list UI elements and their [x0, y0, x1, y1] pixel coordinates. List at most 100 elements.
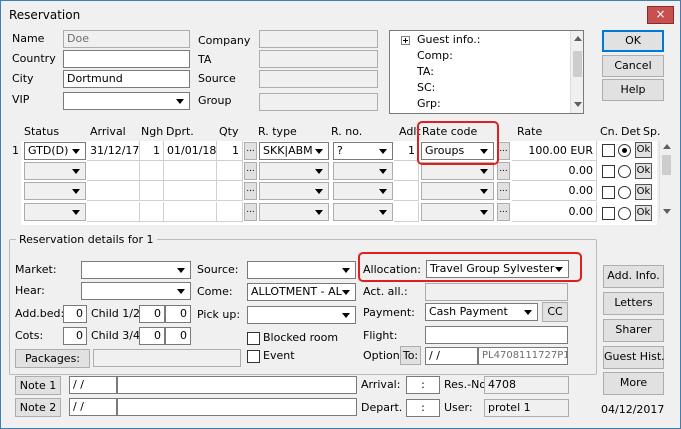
tree-item-comp[interactable]: Comp:: [417, 49, 453, 63]
rate-cell-row3[interactable]: 0.00: [512, 181, 597, 201]
rate-cell-row2[interactable]: 0.00: [512, 161, 597, 181]
qty-cell-row2[interactable]: [217, 161, 243, 181]
rtype-select-row1[interactable]: SKK|ABM: [259, 142, 329, 160]
pickup-select[interactable]: [247, 306, 356, 324]
note2-text-field[interactable]: [117, 398, 357, 416]
adlt-cell-row4[interactable]: [394, 202, 419, 222]
cn-checkbox-row2[interactable]: [602, 165, 615, 178]
rate-cell-row4[interactable]: 0.00: [512, 202, 597, 222]
arrival-time-field[interactable]: :: [406, 376, 440, 394]
status-select-row1[interactable]: GTD(D): [24, 142, 86, 160]
scroll-down-icon[interactable]: [574, 102, 582, 107]
grid-scroll-down-icon[interactable]: [663, 209, 671, 214]
scroll-up-icon[interactable]: [574, 36, 582, 41]
child12-field-b[interactable]: 0: [165, 305, 191, 323]
tree-item-grp[interactable]: Grp:: [417, 97, 441, 111]
adlt-cell-row1[interactable]: 1: [394, 141, 419, 161]
ngh-cell-row2[interactable]: [140, 161, 164, 181]
arrival-cell-row3[interactable]: [87, 181, 140, 201]
expand-plus-icon[interactable]: [401, 36, 410, 45]
rno-select-row2[interactable]: [333, 162, 393, 180]
arrival-cell-row1[interactable]: 31/12/17: [87, 141, 140, 161]
flight-field[interactable]: [425, 326, 568, 344]
ratecode-dots-button-row2[interactable]: ...: [497, 162, 510, 180]
ratecode-select-row4[interactable]: [421, 203, 494, 221]
note2-date-field[interactable]: / /: [69, 398, 117, 416]
qty-dots-button-row2[interactable]: ...: [244, 162, 257, 180]
rno-select-row1[interactable]: ?: [333, 142, 393, 160]
name-field[interactable]: Doe: [63, 30, 190, 48]
cc-button[interactable]: CC: [542, 302, 568, 322]
grid-scroll-up-icon[interactable]: [663, 144, 671, 149]
cancel-button[interactable]: Cancel: [602, 55, 664, 77]
ratecode-dots-button-row4[interactable]: ...: [497, 203, 510, 221]
more-button[interactable]: More: [603, 372, 664, 395]
cn-checkbox-row4[interactable]: [602, 207, 615, 220]
qty-cell-row4[interactable]: [217, 202, 243, 222]
source-field[interactable]: [259, 70, 378, 88]
option-code-field[interactable]: PL4708111727P1: [478, 347, 568, 365]
sp-ok-button-row3[interactable]: Ok: [635, 184, 652, 200]
sharer-button[interactable]: Sharer: [603, 319, 664, 342]
rtype-select-row2[interactable]: [259, 162, 329, 180]
guest-info-tree[interactable]: Guest info.: Comp: TA: SC: Grp:: [389, 30, 584, 114]
note1-date-field[interactable]: / /: [69, 376, 117, 394]
sp-ok-button-row4[interactable]: Ok: [635, 205, 652, 221]
note1-text-field[interactable]: [117, 376, 357, 394]
ta-field[interactable]: [259, 50, 378, 68]
rtype-select-row3[interactable]: [259, 182, 329, 200]
blocked-room-checkbox[interactable]: [247, 332, 260, 345]
rtype-select-row4[interactable]: [259, 203, 329, 221]
rno-select-row3[interactable]: [333, 182, 393, 200]
tree-scrollbar[interactable]: [570, 31, 583, 113]
rate-cell-row1[interactable]: 100.00 EUR: [512, 141, 597, 161]
come-select[interactable]: ALLOTMENT - AL: [247, 283, 356, 301]
tree-item-sc[interactable]: SC:: [417, 81, 435, 95]
note2-button[interactable]: Note 2: [15, 398, 61, 417]
add-info-button[interactable]: Add. Info.: [603, 265, 664, 288]
child12-field-a[interactable]: 0: [139, 305, 165, 323]
ok-button[interactable]: OK: [602, 30, 664, 52]
grid-scrollbar[interactable]: [659, 141, 672, 219]
dprt-cell-row2[interactable]: [164, 161, 217, 181]
company-field[interactable]: [259, 30, 378, 48]
child34-field-b[interactable]: 0: [165, 327, 191, 345]
vip-select[interactable]: [63, 92, 190, 110]
actall-field[interactable]: [425, 283, 568, 301]
hear-select[interactable]: [81, 282, 191, 300]
adlt-cell-row2[interactable]: [394, 161, 419, 181]
market-select[interactable]: [81, 261, 191, 279]
ngh-cell-row3[interactable]: [140, 181, 164, 201]
dprt-cell-row1[interactable]: 01/01/18: [164, 141, 217, 161]
qty-cell-row3[interactable]: [217, 181, 243, 201]
city-field[interactable]: Dortmund: [63, 70, 190, 88]
qty-dots-button-row4[interactable]: ...: [244, 203, 257, 221]
ratecode-select-row3[interactable]: [421, 182, 494, 200]
arrival-cell-row2[interactable]: [87, 161, 140, 181]
qty-cell-row1[interactable]: 1: [217, 141, 243, 161]
det-radio-row1[interactable]: [618, 144, 631, 157]
event-checkbox[interactable]: [247, 350, 260, 363]
dprt-cell-row4[interactable]: [164, 202, 217, 222]
status-select-row2[interactable]: [24, 162, 86, 180]
sp-ok-button-row1[interactable]: Ok: [635, 142, 652, 158]
letters-button[interactable]: Letters: [603, 292, 664, 315]
sp-ok-button-row2[interactable]: Ok: [635, 163, 652, 179]
group-field[interactable]: [259, 93, 378, 111]
option-date-field[interactable]: / /: [425, 347, 478, 365]
det-radio-row3[interactable]: [618, 186, 631, 199]
status-select-row3[interactable]: [24, 182, 86, 200]
depart-time-field[interactable]: :: [406, 399, 440, 417]
close-button[interactable]: ×: [647, 6, 674, 24]
dprt-cell-row3[interactable]: [164, 181, 217, 201]
scroll-thumb[interactable]: [573, 51, 582, 77]
ngh-cell-row1[interactable]: 1: [140, 141, 164, 161]
country-field[interactable]: [63, 50, 190, 68]
det-radio-row4[interactable]: [618, 207, 631, 220]
tree-item-guest-info[interactable]: Guest info.:: [417, 33, 480, 47]
cn-checkbox-row1[interactable]: [602, 144, 615, 157]
det-radio-row2[interactable]: [618, 165, 631, 178]
rno-select-row4[interactable]: [333, 203, 393, 221]
child34-field-a[interactable]: 0: [139, 327, 165, 345]
qty-dots-button-row3[interactable]: ...: [244, 182, 257, 200]
